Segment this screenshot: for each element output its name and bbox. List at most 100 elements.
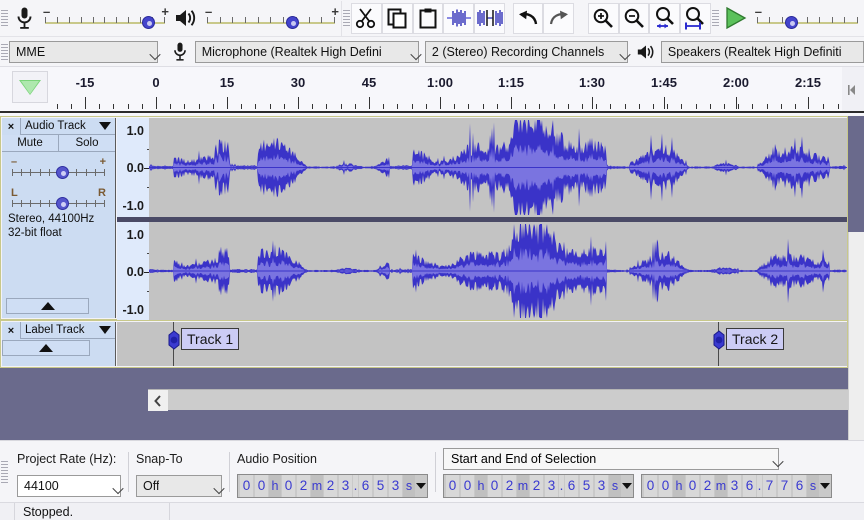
- play-toolbar-grip[interactable]: [711, 4, 720, 32]
- cut-button[interactable]: [351, 3, 382, 34]
- label-track-title[interactable]: Label Track: [21, 322, 115, 338]
- ap-ms3[interactable]: 3: [389, 475, 402, 497]
- project-rate-select[interactable]: 44100: [17, 475, 121, 497]
- label-track[interactable]: × Label Track Track 1 Track 2: [0, 320, 848, 368]
- edit-toolbar-grip[interactable]: [342, 4, 351, 32]
- ss-m2[interactable]: 2: [503, 475, 516, 497]
- speaker-icon[interactable]: [171, 3, 201, 33]
- se-ms3[interactable]: 6: [793, 475, 806, 497]
- label-track-control-panel[interactable]: × Label Track: [2, 322, 116, 366]
- play-at-speed-button[interactable]: [720, 3, 751, 34]
- pan-slider[interactable]: L R: [10, 188, 107, 214]
- label-track-collapse-button[interactable]: [2, 340, 90, 356]
- gain-slider[interactable]: – +: [10, 157, 107, 183]
- se-m1[interactable]: 0: [686, 475, 699, 497]
- ss-ms1[interactable]: 6: [565, 475, 578, 497]
- ruler-minor-tick: [667, 104, 668, 109]
- play-speed-slider[interactable]: –: [751, 3, 864, 33]
- recording-device-select[interactable]: Microphone (Realtek High Defini: [195, 41, 419, 63]
- se-m2[interactable]: 2: [701, 475, 714, 497]
- ss-h2[interactable]: 0: [461, 475, 474, 497]
- selection-mode-select[interactable]: Start and End of Selection: [443, 448, 779, 470]
- ap-s1[interactable]: 2: [324, 475, 337, 497]
- se-h2[interactable]: 0: [659, 475, 672, 497]
- ap-ms1[interactable]: 6: [359, 475, 372, 497]
- audio-track[interactable]: × Audio Track Mute Solo – +: [0, 116, 848, 320]
- ap-h1[interactable]: 0: [240, 475, 253, 497]
- selection-end-field[interactable]: 0 0 h 0 2 m 3 6 . 7 7 6 s: [641, 474, 832, 498]
- label-drag-handle[interactable]: [711, 330, 727, 350]
- timeline-ruler[interactable]: -1501530451:001:151:301:452:002:15: [0, 67, 864, 115]
- pan-slider-thumb[interactable]: [56, 197, 69, 210]
- ap-ms2[interactable]: 5: [374, 475, 387, 497]
- copy-button[interactable]: [382, 3, 413, 34]
- ss-h1[interactable]: 0: [446, 475, 459, 497]
- label-drag-handle[interactable]: [166, 330, 182, 350]
- recording-volume-thumb[interactable]: [142, 16, 155, 29]
- ap-m1[interactable]: 0: [282, 475, 295, 497]
- audio-track-collapse-button[interactable]: [6, 298, 89, 314]
- se-h1[interactable]: 0: [644, 475, 657, 497]
- selection-start-dropdown-icon[interactable]: [621, 475, 632, 497]
- device-toolbar-grip[interactable]: [0, 38, 9, 66]
- ss-dot: .: [559, 475, 564, 497]
- playback-volume-thumb[interactable]: [286, 16, 299, 29]
- ss-ms3[interactable]: 3: [595, 475, 608, 497]
- ap-m2[interactable]: 2: [297, 475, 310, 497]
- label-track-close-button[interactable]: ×: [2, 322, 21, 339]
- zoom-out-button[interactable]: [619, 3, 650, 34]
- microphone-icon[interactable]: [9, 3, 39, 33]
- audio-track-title[interactable]: Audio Track: [21, 118, 115, 134]
- audio-position-dropdown-icon[interactable]: [415, 475, 426, 497]
- pinned-play-head-icon[interactable]: [12, 71, 48, 103]
- redo-button[interactable]: [543, 3, 574, 34]
- ss-s1[interactable]: 2: [530, 475, 543, 497]
- chevron-down-icon[interactable]: [99, 122, 111, 130]
- snap-to-select[interactable]: Off: [136, 475, 222, 497]
- recording-channels-select[interactable]: 2 (Stereo) Recording Channels: [425, 41, 628, 63]
- play-speed-thumb[interactable]: [785, 16, 798, 29]
- waveform-channel-1[interactable]: [149, 118, 847, 217]
- toolbar-grip[interactable]: [0, 4, 9, 32]
- selection-toolbar-grip[interactable]: [0, 441, 9, 503]
- se-ms1[interactable]: 7: [763, 475, 776, 497]
- label-track-body[interactable]: Track 1 Track 2: [117, 322, 847, 366]
- mute-button[interactable]: Mute: [2, 135, 58, 151]
- playback-volume-slider[interactable]: – +: [201, 3, 341, 33]
- ss-ms2[interactable]: 5: [580, 475, 593, 497]
- fit-project-button[interactable]: [680, 3, 711, 34]
- audio-track-close-button[interactable]: ×: [2, 118, 21, 135]
- se-s2[interactable]: 6: [743, 475, 756, 497]
- gain-slider-thumb[interactable]: [56, 166, 69, 179]
- ap-h2[interactable]: 0: [255, 475, 268, 497]
- ap-s2[interactable]: 3: [339, 475, 352, 497]
- recording-volume-slider[interactable]: – +: [39, 3, 171, 33]
- selection-start-field[interactable]: 0 0 h 0 2 m 2 3 . 6 5 3 s: [443, 474, 634, 498]
- se-s1[interactable]: 3: [728, 475, 741, 497]
- horizontal-scrollbar[interactable]: [148, 389, 848, 410]
- ruler-minor-tick: [71, 104, 72, 109]
- timeline-ruler-face[interactable]: -1501530451:001:151:301:452:002:15: [55, 67, 842, 115]
- audio-host-select[interactable]: MME: [9, 41, 158, 63]
- audio-track-control-panel[interactable]: × Audio Track Mute Solo – +: [2, 118, 116, 318]
- ss-m1[interactable]: 0: [488, 475, 501, 497]
- label-text-box[interactable]: Track 1: [181, 328, 239, 350]
- waveform-channel-2[interactable]: [149, 222, 847, 320]
- label-text-box[interactable]: Track 2: [726, 328, 784, 350]
- audio-position-field[interactable]: 0 0 h 0 2 m 2 3 . 6 5 3 s: [237, 474, 428, 498]
- trim-audio-button[interactable]: [443, 3, 474, 34]
- selection-end-dropdown-icon[interactable]: [819, 475, 830, 497]
- silence-audio-button[interactable]: [474, 3, 505, 34]
- solo-button[interactable]: Solo: [58, 135, 115, 151]
- playback-device-select[interactable]: Speakers (Realtek High Definiti: [661, 41, 864, 63]
- ss-s2[interactable]: 3: [545, 475, 558, 497]
- chevron-down-icon[interactable]: [99, 326, 111, 334]
- zoom-in-button[interactable]: [588, 3, 619, 34]
- se-ms2[interactable]: 7: [778, 475, 791, 497]
- undo-button[interactable]: [513, 3, 544, 34]
- paste-button[interactable]: [413, 3, 444, 34]
- fit-selection-button[interactable]: [649, 3, 680, 34]
- chevron-left-icon[interactable]: [148, 390, 168, 411]
- unit-h: h: [269, 475, 281, 497]
- scroll-left-icon[interactable]: [842, 67, 864, 112]
